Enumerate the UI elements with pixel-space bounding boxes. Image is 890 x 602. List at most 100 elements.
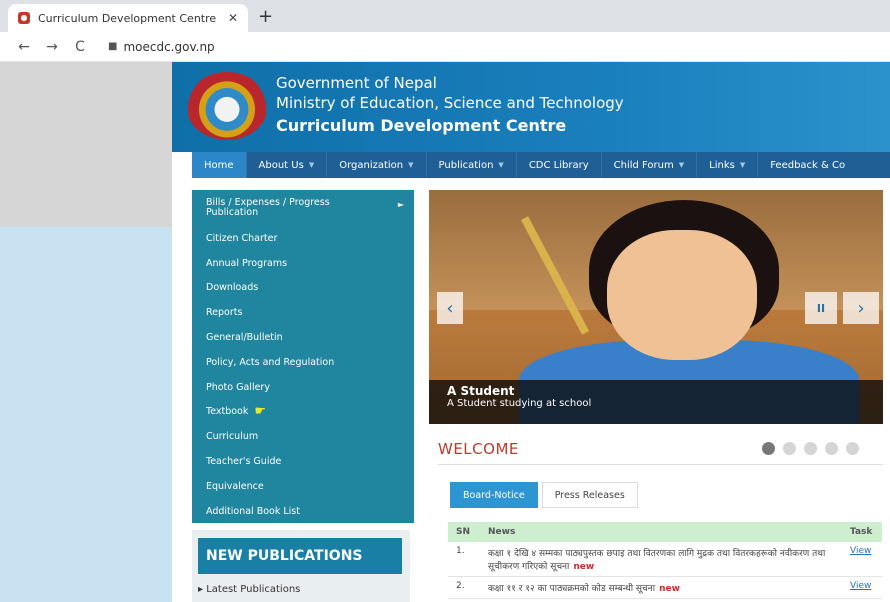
browser-toolbar: ← → C ■ moecdc.gov.np — [0, 32, 890, 62]
news-text: कक्षा ११ र १२ का पाठ्यक्रमको कोड सम्बन्ध… — [488, 584, 656, 594]
site-header: Government of Nepal Ministry of Educatio… — [172, 62, 890, 152]
image-slider: ‹ II › A Student A Student studying at s… — [429, 190, 883, 424]
new-badge: new — [659, 584, 680, 594]
side-menu-item-textbook[interactable]: Textbook ☛ — [192, 400, 414, 425]
side-menu-label: Bills / Expenses / Progress Publication — [206, 197, 330, 218]
nav-home[interactable]: Home — [192, 152, 247, 178]
tab-board-notice[interactable]: Board-Notice — [450, 482, 538, 508]
caret-down-icon: ▼ — [498, 161, 504, 169]
news-text: कक्षा १ देखि ४ सम्मका पाठ्यपुस्तक छपाइ त… — [488, 549, 826, 572]
nav-cdc-library[interactable]: CDC Library — [517, 152, 602, 178]
caret-down-icon: ▼ — [678, 161, 685, 169]
nav-label: Home — [204, 159, 234, 171]
side-menu-item-citizen-charter[interactable]: Citizen Charter — [192, 226, 414, 251]
nav-label: About Us — [258, 159, 304, 171]
nav-label: Feedback & Co — [770, 159, 846, 171]
new-publications-heading: NEW PUBLICATIONS — [198, 538, 402, 574]
reload-icon[interactable]: C — [68, 39, 92, 55]
latest-publications-link[interactable]: ▸ Latest Publications — [198, 584, 300, 595]
tab-press-releases[interactable]: Press Releases — [541, 482, 638, 508]
page-left-gutter — [0, 62, 172, 227]
column-header-news: News — [480, 522, 842, 542]
row-sn: 1. — [448, 542, 480, 577]
side-menu-item-photo-gallery[interactable]: Photo Gallery — [192, 375, 414, 400]
slide-caption-title: A Student — [447, 384, 515, 398]
new-badge: new — [573, 562, 595, 572]
nav-label: Organization — [339, 159, 404, 171]
address-bar[interactable]: moecdc.gov.np — [123, 40, 214, 54]
header-government: Government of Nepal — [276, 74, 437, 92]
side-menu-item-reports[interactable]: Reports — [192, 300, 414, 325]
row-task[interactable]: View — [842, 576, 882, 599]
slider-prev-button[interactable]: ‹ — [437, 292, 463, 324]
pointing-hand-icon: ☛ — [254, 404, 267, 420]
new-tab-button[interactable]: + — [258, 6, 273, 27]
table-header-row: SN News Task — [448, 522, 882, 542]
column-header-sn: SN — [448, 522, 480, 542]
new-publications-panel: NEW PUBLICATIONS ▸ Latest Publications — [192, 530, 410, 602]
caret-down-icon: ▼ — [308, 161, 315, 169]
nepal-emblem-logo[interactable] — [186, 72, 268, 140]
notice-tabs: Board-Notice Press Releases — [450, 482, 642, 508]
side-menu-item-curriculum[interactable]: Curriculum — [192, 424, 414, 449]
column-header-task: Task — [842, 522, 882, 542]
slider-next-button[interactable]: › — [843, 292, 879, 324]
side-menu-item-bills[interactable]: Bills / Expenses / Progress Publication ► — [192, 190, 414, 226]
side-menu-item-policy[interactable]: Policy, Acts and Regulation — [192, 350, 414, 375]
side-menu: Bills / Expenses / Progress Publication ►… — [192, 190, 414, 523]
nav-label: CDC Library — [528, 159, 589, 171]
browser-tab[interactable]: Curriculum Development Centre ✕ — [8, 4, 248, 32]
lock-icon: ■ — [108, 41, 118, 52]
site-favicon-icon — [18, 12, 30, 24]
table-row: 2. कक्षा ११ र १२ का पाठ्यक्रमको कोड सम्ब… — [448, 576, 882, 599]
view-link[interactable]: View — [850, 581, 871, 591]
slider-pagination — [762, 442, 867, 455]
nav-child-forum[interactable]: Child Forum ▼ — [602, 152, 698, 178]
nav-organization[interactable]: Organization ▼ — [327, 152, 427, 178]
nav-label: Publication — [438, 159, 494, 171]
nav-about-us[interactable]: About Us ▼ — [247, 152, 328, 178]
latest-publications-label: Latest Publications — [206, 584, 301, 595]
side-menu-item-annual-programs[interactable]: Annual Programs — [192, 251, 414, 276]
header-site-title[interactable]: Curriculum Development Centre — [276, 116, 566, 135]
nav-links[interactable]: Links ▼ — [697, 152, 759, 178]
tab-title: Curriculum Development Centre — [38, 11, 217, 25]
back-arrow-icon[interactable]: ← — [12, 39, 36, 55]
caret-down-icon: ▼ — [408, 161, 414, 169]
nav-label: Child Forum — [613, 159, 674, 171]
row-task[interactable]: View — [842, 542, 882, 577]
row-news[interactable]: कक्षा १ देखि ४ सम्मका पाठ्यपुस्तक छपाइ त… — [480, 542, 842, 577]
nav-label: Links — [709, 159, 735, 171]
side-menu-item-general-bulletin[interactable]: General/Bulletin — [192, 325, 414, 350]
slider-dot-2[interactable] — [783, 442, 796, 455]
side-menu-item-additional-book-list[interactable]: Additional Book List — [192, 499, 414, 524]
slider-dot-4[interactable] — [825, 442, 838, 455]
slide-caption: A Student A Student studying at school — [429, 380, 883, 424]
view-link[interactable]: View — [850, 546, 871, 556]
slider-dot-3[interactable] — [804, 442, 817, 455]
side-menu-item-teachers-guide[interactable]: Teacher's Guide — [192, 449, 414, 474]
forward-arrow-icon[interactable]: → — [40, 39, 64, 55]
header-ministry: Ministry of Education, Science and Techn… — [276, 94, 624, 112]
slider-dot-1[interactable] — [762, 442, 775, 455]
main-navigation: Home About Us ▼ Organization ▼ Publication… — [192, 152, 890, 178]
slider-pause-button[interactable]: II — [805, 292, 837, 324]
nav-publication[interactable]: Publication ▼ — [427, 152, 517, 178]
submenu-arrow-icon: ► — [397, 200, 404, 209]
row-news[interactable]: कक्षा ११ र १२ का पाठ्यक्रमको कोड सम्बन्ध… — [480, 576, 842, 599]
caret-down-icon: ▼ — [739, 161, 746, 169]
welcome-divider — [438, 464, 883, 465]
nav-feedback[interactable]: Feedback & Co — [758, 152, 857, 178]
close-icon[interactable]: ✕ — [228, 11, 238, 25]
table-row: 1. कक्षा १ देखि ४ सम्मका पाठ्यपुस्तक छपा… — [448, 542, 882, 577]
slide-student-face — [607, 230, 757, 360]
side-menu-label: Textbook — [206, 406, 249, 418]
slider-dot-5[interactable] — [846, 442, 859, 455]
row-sn: 2. — [448, 576, 480, 599]
welcome-heading: WELCOME — [438, 440, 519, 458]
page-left-background — [0, 227, 172, 602]
side-menu-item-downloads[interactable]: Downloads — [192, 276, 414, 301]
browser-tab-strip: Curriculum Development Centre ✕ + — [0, 0, 890, 32]
side-menu-item-equivalence[interactable]: Equivalence — [192, 474, 414, 499]
notice-table: SN News Task 1. कक्षा १ देखि ४ सम्मका पा… — [448, 522, 882, 599]
